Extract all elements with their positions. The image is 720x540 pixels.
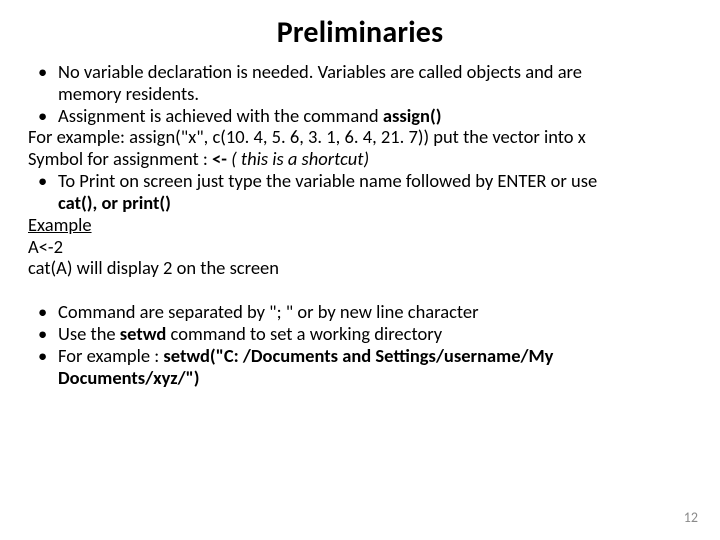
bullet-item: Assignment is achieved with the command …: [28, 105, 692, 127]
bullet-item: Use the setwd command to set a working d…: [28, 323, 692, 345]
bullet-item: For example : setwd("C: /Documents and S…: [28, 345, 692, 367]
bullet-item: To Print on screen just type the variabl…: [28, 170, 692, 192]
underline-text: Example: [28, 213, 92, 236]
body-line: cat(A) will display 2 on the screen: [28, 257, 692, 279]
bullet-continuation: Documents/xyz/"): [28, 367, 692, 389]
slide: Preliminaries No variable declaration is…: [0, 0, 720, 540]
bold-text: assign(): [383, 104, 442, 127]
bullet-text: memory residents.: [58, 82, 199, 105]
italic-text: ( this is a shortcut): [227, 147, 369, 170]
bold-text: setwd: [120, 322, 167, 345]
bullet-item: Command are separated by "; " or by new …: [28, 301, 692, 323]
bold-text: cat(), or print(): [58, 191, 171, 214]
bold-text: setwd(: [163, 344, 215, 367]
bold-text: <-: [212, 147, 227, 170]
bullet-text: Assignment is achieved with the command: [58, 104, 383, 127]
slide-title: Preliminaries: [28, 14, 692, 51]
bullet-text: To Print on screen just type the variabl…: [58, 169, 597, 192]
body-line: For example: assign("x", c(10. 4, 5. 6, …: [28, 126, 692, 148]
plain-text: Symbol for assignment :: [28, 147, 212, 170]
spacer: [28, 279, 692, 301]
bold-text: Documents/xyz/"): [58, 366, 199, 389]
bullet-text: No variable declaration is needed. Varia…: [58, 60, 582, 83]
bullet-continuation: cat(), or print(): [28, 192, 692, 214]
bullet-item: No variable declaration is needed. Varia…: [28, 61, 692, 83]
bold-text: "C: /Documents and Settings/username/My: [216, 344, 554, 367]
bullet-text: Use the: [58, 322, 120, 345]
bullet-continuation: . memory residents.: [28, 83, 692, 105]
bullet-text: command to set a working directory: [166, 322, 442, 345]
slide-body: No variable declaration is needed. Varia…: [28, 61, 692, 389]
body-line: A<-2: [28, 236, 692, 258]
body-line: Example: [28, 214, 692, 236]
page-number: 12: [684, 509, 698, 526]
bullet-text: Command are separated by "; " or by new …: [58, 300, 479, 323]
body-line: Symbol for assignment : <- ( this is a s…: [28, 148, 692, 170]
bullet-text: For example :: [58, 344, 163, 367]
